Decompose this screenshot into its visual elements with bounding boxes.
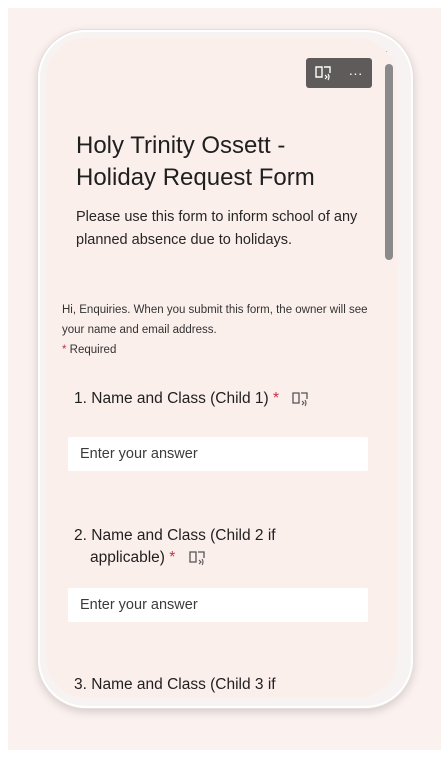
question-2-answer-input[interactable]	[68, 588, 368, 622]
question-number: 1.	[74, 390, 87, 407]
required-label: Required	[66, 344, 117, 356]
form-content: ··· Holy Trinity Ossett - Holiday Reques…	[46, 38, 382, 698]
form-title: Holy Trinity Ossett - Holiday Request Fo…	[76, 132, 315, 191]
scrollbar-thumb[interactable]	[385, 64, 393, 260]
form-toolbar: ···	[306, 58, 372, 88]
question-text: Name and Class (Child 3 if	[91, 676, 276, 693]
immersive-reader-icon[interactable]	[291, 391, 309, 407]
vertical-scrollbar[interactable]	[384, 46, 394, 692]
required-star: *	[273, 390, 280, 407]
question-1-label: 1. Name and Class (Child 1) *	[74, 388, 354, 410]
immersive-reader-button[interactable]	[310, 60, 336, 86]
more-options-icon: ···	[348, 65, 363, 81]
more-options-button[interactable]: ···	[343, 60, 369, 86]
question-text: Name and Class (Child 2 if	[91, 527, 276, 544]
question-number: 3.	[74, 676, 87, 693]
question-3-label: 3. Name and Class (Child 3 if	[74, 674, 354, 696]
question-number: 2.	[74, 527, 87, 544]
question-text: Name and Class (Child 1)	[91, 390, 269, 407]
identity-notice: Hi, Enquiries. When you submit this form…	[62, 304, 368, 336]
immersive-reader-icon	[314, 66, 331, 81]
required-legend: * Required	[62, 344, 116, 356]
scroll-down-icon[interactable]	[386, 686, 392, 690]
required-star: *	[169, 549, 176, 566]
scroll-up-icon[interactable]	[386, 48, 392, 52]
question-text-continued: applicable)	[90, 549, 165, 566]
question-2-label: 2. Name and Class (Child 2 if applicable…	[74, 525, 354, 569]
form-screen: ··· Holy Trinity Ossett - Holiday Reques…	[46, 38, 397, 698]
immersive-reader-icon[interactable]	[188, 550, 206, 566]
form-description: Please use this form to inform school of…	[76, 209, 358, 248]
question-1-answer-input[interactable]	[68, 437, 368, 471]
